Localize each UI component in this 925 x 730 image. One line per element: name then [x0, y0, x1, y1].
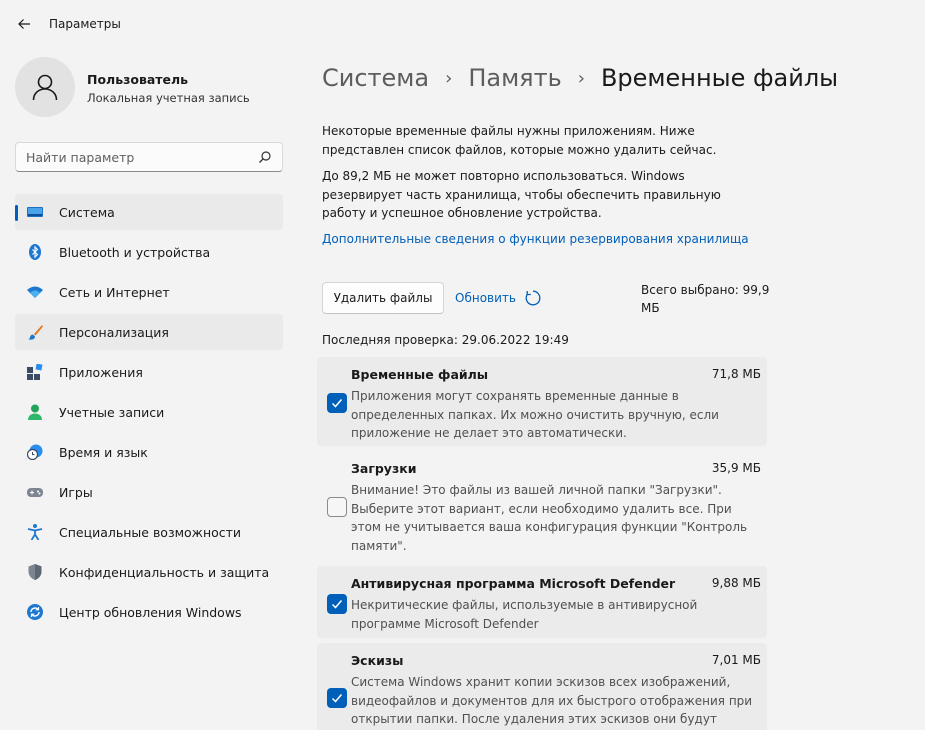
refresh-label: Обновить — [455, 291, 516, 305]
file-item-downloads[interactable]: Загрузки 35,9 МБ Внимание! Это файлы из … — [317, 451, 767, 559]
sidebar-item-accounts[interactable]: Учетные записи — [15, 394, 283, 430]
file-item-thumbnails[interactable]: Эскизы 7,01 МБ Система Windows хранит ко… — [317, 643, 767, 730]
shield-icon — [28, 564, 42, 580]
sidebar-item-accessibility[interactable]: Специальные возможности — [15, 514, 283, 550]
sidebar-item-personalization[interactable]: Персонализация — [15, 314, 283, 350]
file-checkbox[interactable] — [327, 688, 347, 708]
search-box[interactable] — [15, 142, 283, 172]
sidebar-item-label: Игры — [59, 485, 93, 500]
accessibility-icon — [27, 524, 43, 540]
sidebar-item-windows-update[interactable]: Центр обновления Windows — [15, 594, 283, 630]
file-size: 71,8 МБ — [711, 367, 761, 381]
file-description: Некритические файлы, используемые в анти… — [351, 598, 698, 631]
chevron-right-icon: › — [445, 67, 453, 89]
clock-globe-icon — [27, 444, 43, 460]
account-type: Локальная учетная запись — [87, 91, 250, 105]
title-bar: Параметры — [0, 0, 925, 48]
refresh-button[interactable]: Обновить — [455, 287, 542, 309]
sidebar-item-label: Время и язык — [59, 445, 148, 460]
avatar — [15, 57, 75, 117]
refresh-icon — [525, 290, 541, 306]
file-size: 9,88 МБ — [711, 576, 761, 590]
sidebar-item-label: Центр обновления Windows — [59, 605, 242, 620]
checkmark-icon — [331, 600, 343, 609]
search-input[interactable] — [26, 148, 246, 166]
reserved-storage-link[interactable]: Дополнительные сведения о функции резерв… — [322, 232, 749, 246]
file-checkbox[interactable] — [327, 393, 347, 413]
back-arrow-icon — [18, 19, 30, 29]
active-indicator — [15, 205, 18, 221]
apps-icon — [27, 364, 43, 380]
sidebar-item-apps[interactable]: Приложения — [15, 354, 283, 390]
sidebar-nav: Система Bluetooth и устройства Сеть и Ин… — [15, 194, 283, 634]
sidebar-item-network[interactable]: Сеть и Интернет — [15, 274, 283, 310]
sidebar-item-label: Персонализация — [59, 325, 169, 340]
total-selected: Всего выбрано: 99,9 МБ — [641, 283, 770, 315]
sidebar-item-time-language[interactable]: Время и язык — [15, 434, 283, 470]
file-item-defender[interactable]: Антивирусная программа Microsoft Defende… — [317, 566, 767, 638]
sidebar-item-privacy[interactable]: Конфиденциальность и защита — [15, 554, 283, 590]
brush-icon — [28, 325, 43, 340]
breadcrumb-item-system[interactable]: Система — [322, 64, 429, 92]
user-name: Пользователь — [87, 72, 189, 87]
sidebar-item-label: Сеть и Интернет — [59, 285, 170, 300]
file-size: 7,01 МБ — [711, 653, 761, 667]
back-button[interactable] — [12, 12, 36, 36]
file-item-temporary[interactable]: Временные файлы 71,8 МБ Приложения могут… — [317, 357, 767, 446]
system-icon — [27, 207, 43, 217]
search-icon[interactable] — [258, 150, 272, 164]
sidebar-item-system[interactable]: Система — [15, 194, 283, 230]
file-title: Временные файлы — [351, 367, 489, 382]
chevron-right-icon: › — [577, 67, 585, 89]
breadcrumb: Система › Память › Временные файлы — [322, 58, 838, 98]
file-title: Эскизы — [351, 653, 404, 668]
gamepad-icon — [27, 488, 43, 497]
checkmark-icon — [331, 399, 343, 408]
page-title: Временные файлы — [600, 64, 839, 92]
checkmark-icon — [331, 694, 343, 703]
sidebar-item-label: Учетные записи — [59, 405, 165, 420]
delete-files-button[interactable]: Удалить файлы — [322, 282, 444, 314]
sidebar-item-label: Bluetooth и устройства — [59, 245, 211, 260]
file-description: Система Windows хранит копии эскизов все… — [351, 675, 753, 726]
file-checkbox[interactable] — [327, 594, 347, 614]
sidebar-item-bluetooth[interactable]: Bluetooth и устройства — [15, 234, 283, 270]
wifi-icon — [27, 286, 43, 298]
last-check: Последняя проверка: 29.06.2022 19:49 — [322, 333, 569, 347]
sidebar-item-label: Приложения — [59, 365, 143, 380]
breadcrumb-item-storage[interactable]: Память — [468, 64, 561, 92]
app-title: Параметры — [49, 17, 121, 31]
person-icon — [32, 74, 58, 101]
sidebar-item-label: Специальные возможности — [59, 525, 242, 540]
file-size: 35,9 МБ — [711, 461, 761, 475]
file-title: Загрузки — [351, 461, 417, 476]
description-text: Некоторые временные файлы нужны приложен… — [322, 124, 717, 157]
bluetooth-icon — [29, 244, 41, 260]
sidebar-item-label: Система — [59, 205, 115, 220]
user-profile[interactable]: Пользователь Локальная учетная запись — [15, 57, 285, 119]
reserved-storage-text: До 89,2 МБ не может повторно использоват… — [322, 169, 721, 220]
sidebar-item-gaming[interactable]: Игры — [15, 474, 283, 510]
file-description: Приложения могут сохранять временные дан… — [351, 389, 719, 440]
file-checkbox[interactable] — [327, 497, 347, 517]
file-description: Внимание! Это файлы из вашей личной папк… — [351, 483, 748, 553]
sidebar-item-label: Конфиденциальность и защита — [59, 565, 270, 580]
account-icon — [28, 404, 42, 420]
file-title: Антивирусная программа Microsoft Defende… — [351, 576, 676, 591]
update-icon — [27, 604, 43, 620]
